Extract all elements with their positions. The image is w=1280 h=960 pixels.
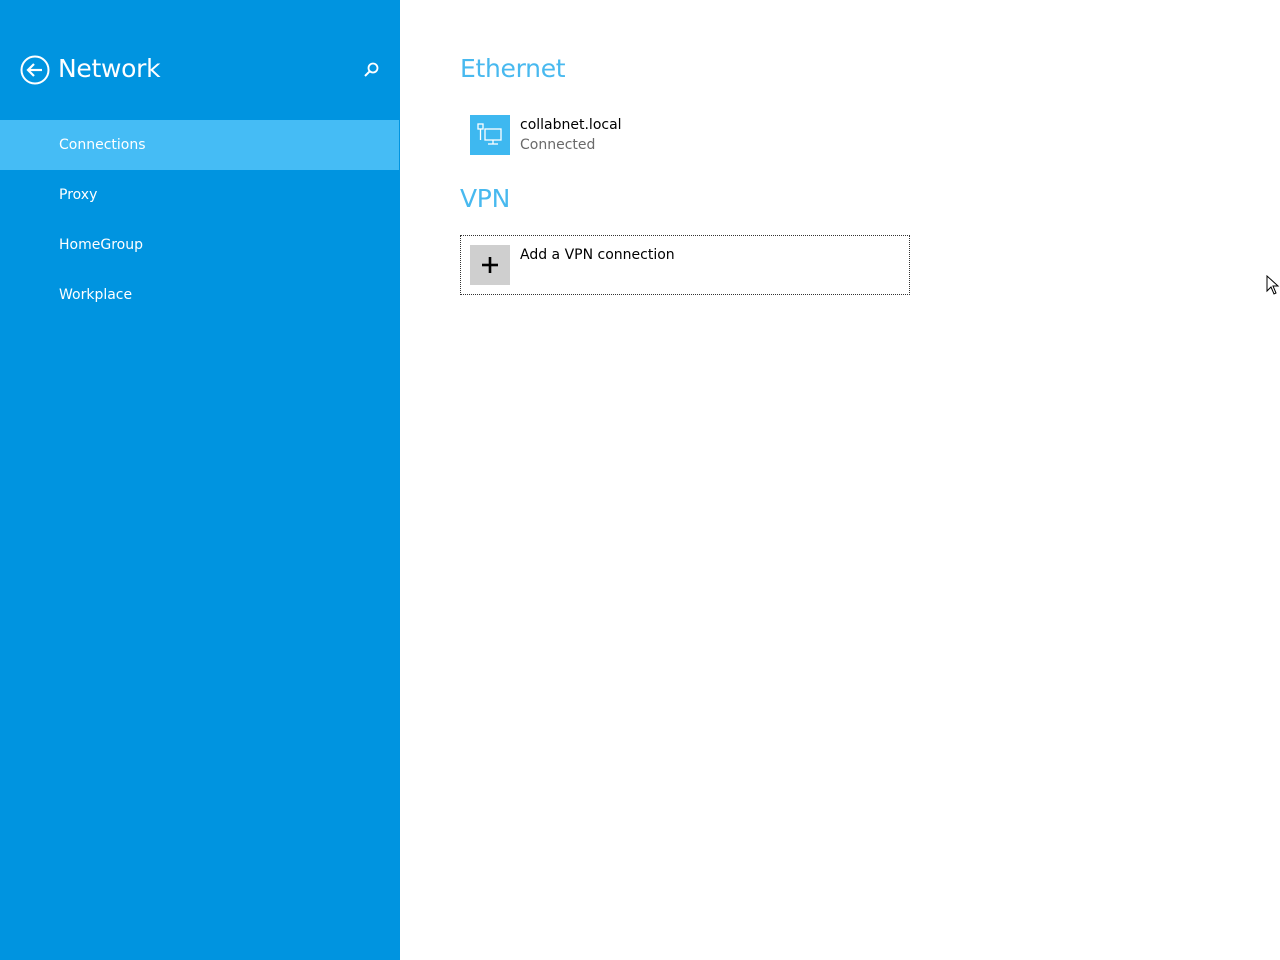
back-button[interactable]: [20, 55, 50, 85]
connection-tile: [470, 115, 510, 155]
search-button[interactable]: [362, 61, 380, 79]
add-vpn-button[interactable]: Add a VPN connection: [460, 235, 910, 295]
main-content: Ethernet collabnet.local Connected VPN A…: [400, 0, 1280, 960]
nav-item-homegroup[interactable]: HomeGroup: [0, 220, 399, 270]
vpn-heading: VPN: [460, 184, 510, 213]
nav-item-connections[interactable]: Connections: [0, 120, 399, 170]
add-tile: [470, 245, 510, 285]
page-title: Network: [58, 54, 161, 83]
sidebar: Network Connections Proxy HomeGroup Work…: [0, 0, 400, 960]
ethernet-heading: Ethernet: [460, 54, 566, 83]
connection-name: collabnet.local: [520, 117, 622, 133]
ethernet-monitor-icon: [477, 123, 502, 145]
nav-item-proxy[interactable]: Proxy: [0, 170, 399, 220]
add-vpn-label: Add a VPN connection: [520, 247, 675, 263]
search-icon: [364, 62, 379, 77]
back-arrow-icon: [20, 55, 50, 85]
connection-status: Connected: [520, 137, 596, 153]
mouse-pointer-icon: [1266, 275, 1280, 295]
plus-icon: [482, 257, 498, 273]
ethernet-connection[interactable]: collabnet.local Connected: [470, 115, 910, 155]
nav-list: Connections Proxy HomeGroup Workplace: [0, 120, 399, 320]
nav-item-workplace[interactable]: Workplace: [0, 270, 399, 320]
